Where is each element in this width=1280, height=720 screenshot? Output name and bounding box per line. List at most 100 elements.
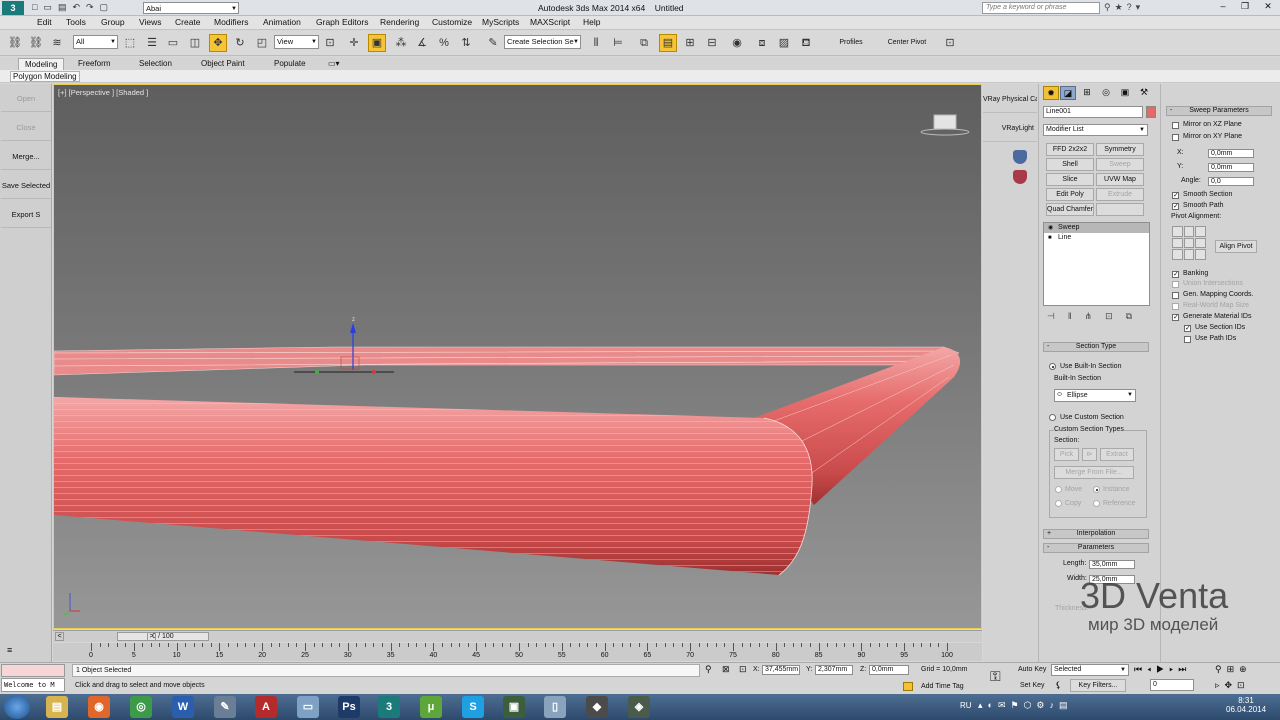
z-coord-field[interactable]: 0,0mm	[869, 665, 909, 675]
edit-named-sets-icon[interactable]: ✎	[484, 34, 502, 52]
use-section-ids-checkbox[interactable]: ✓	[1184, 325, 1191, 332]
select-object-icon[interactable]: ⬚	[121, 34, 139, 52]
shell-button[interactable]: Shell	[1046, 158, 1094, 171]
copy-radio[interactable]	[1055, 500, 1062, 507]
maxscript-listener[interactable]	[1, 664, 65, 677]
menu-group[interactable]: Group	[101, 17, 125, 27]
length-spinner[interactable]: 35,0mm	[1089, 560, 1135, 569]
reference-coord-dropdown[interactable]: View ▼	[274, 35, 319, 49]
ffd-button[interactable]: FFD 2x2x2	[1046, 143, 1094, 156]
vray-shield-icon[interactable]	[1013, 150, 1027, 164]
acrobat-icon[interactable]: A	[255, 696, 277, 718]
close-button[interactable]: ✕	[1257, 1, 1279, 14]
close-button-left[interactable]: Close	[1, 115, 51, 141]
extra-tool-icon[interactable]: ⊡	[941, 34, 959, 52]
vrraylight-button[interactable]: VRayLight	[983, 115, 1037, 142]
search-input[interactable]: Type a keyword or phrase	[982, 2, 1100, 14]
slice-button[interactable]: Slice	[1046, 173, 1094, 186]
create-tab-icon[interactable]: ✹	[1043, 86, 1059, 100]
app-icon-2[interactable]: ◈	[628, 696, 650, 718]
frame-field[interactable]: 0	[1150, 679, 1194, 691]
union-checkbox[interactable]	[1172, 281, 1179, 288]
menu-views[interactable]: Views	[139, 17, 162, 27]
tab-modeling[interactable]: Modeling	[18, 58, 65, 70]
document-icon[interactable]: ▯	[544, 696, 566, 718]
modifier-list-dropdown[interactable]: Modifier List ▼	[1043, 124, 1148, 136]
align-icon[interactable]: ⊨	[609, 34, 627, 52]
object-name-field[interactable]: Line001	[1043, 106, 1143, 118]
extract-button[interactable]: Extract	[1100, 448, 1134, 461]
merge-button[interactable]: Merge...	[1, 144, 51, 170]
menu-customize[interactable]: Customize	[432, 17, 472, 27]
render-setup-icon[interactable]: ⧈	[753, 34, 771, 52]
workspace-selector[interactable]: Abai ▼	[143, 2, 239, 14]
angle-spinner[interactable]: 0,0	[1208, 177, 1254, 186]
named-selection-sets-dropdown[interactable]: Create Selection Se ▼	[504, 35, 581, 49]
smooth-section-checkbox[interactable]: ✓	[1172, 192, 1179, 199]
next-frame-button[interactable]: >	[147, 632, 156, 641]
time-slider[interactable]: 0 / 100	[117, 632, 209, 641]
nav-controls-2[interactable]: ▹✥⊡	[1215, 680, 1250, 691]
select-manipulate-icon[interactable]: ✛	[345, 34, 363, 52]
tab-selection[interactable]: Selection	[133, 58, 178, 70]
key-mode-icon[interactable]: ⚿	[990, 668, 1001, 685]
stack-item-sweep[interactable]: ◉ Sweep	[1044, 223, 1149, 233]
rect-selection-icon[interactable]: ▭	[164, 34, 182, 52]
extrude-button[interactable]: Extrude	[1096, 188, 1144, 201]
firefox-icon[interactable]: ◉	[88, 696, 110, 718]
interpolation-header[interactable]: + Interpolation	[1043, 529, 1149, 539]
gen-mapping-checkbox[interactable]	[1172, 292, 1179, 299]
smooth-path-checkbox[interactable]: ✓	[1172, 203, 1179, 210]
menu-graph-editors[interactable]: Graph Editors	[316, 17, 368, 27]
sweep-button[interactable]: Sweep	[1096, 158, 1144, 171]
notepad-icon[interactable]: ▭	[297, 696, 319, 718]
skype-icon[interactable]: S	[462, 696, 484, 718]
real-world-checkbox[interactable]	[1172, 303, 1179, 310]
y-coord-field[interactable]: 2,307mm	[815, 665, 853, 675]
motion-tab-icon[interactable]: ◎	[1098, 86, 1114, 100]
instance-radio[interactable]	[1093, 486, 1100, 493]
empty-modifier-button[interactable]	[1096, 203, 1144, 216]
selected-key-dropdown[interactable]: Selected ▼	[1051, 664, 1129, 676]
undo-link-icon[interactable]: ⛓	[6, 34, 24, 52]
restore-button[interactable]: ❐	[1235, 1, 1255, 14]
display-tab-icon[interactable]: ▣	[1117, 86, 1133, 100]
key-filters-button[interactable]: Key Filters...	[1070, 679, 1126, 692]
center-pivot-button[interactable]: Center Pivot	[881, 37, 933, 50]
monitor-icon[interactable]: ▣	[503, 696, 525, 718]
profiles-button[interactable]: Profiles	[830, 37, 872, 50]
menu-tools[interactable]: Tools	[66, 17, 86, 27]
curve-editor-icon[interactable]: ⊞	[681, 34, 699, 52]
quad-chamfer-button[interactable]: Quad Chamfer	[1046, 203, 1094, 216]
x-offset-spinner[interactable]: 0,0mm	[1208, 149, 1254, 158]
3dsmax-icon[interactable]: 3	[378, 696, 400, 718]
rendered-frame-icon[interactable]: ▨	[775, 34, 793, 52]
isolate-icon[interactable]: ⊠	[722, 664, 730, 675]
auto-key-button[interactable]: Auto Key	[1018, 666, 1046, 673]
ribbon-options-icon[interactable]: ▭▾	[322, 58, 346, 70]
clock[interactable]: 8:31 06.04.2014	[1226, 696, 1266, 714]
render-production-icon[interactable]: ⛾	[797, 34, 815, 52]
mirror-icon[interactable]: ⫴	[587, 34, 605, 52]
photoshop-icon[interactable]: Ps	[338, 696, 360, 718]
add-time-tag[interactable]: Add Time Tag	[921, 683, 964, 690]
menu-rendering[interactable]: Rendering	[380, 17, 419, 27]
vray-physical-camera-button[interactable]: VRay Physical Car	[983, 86, 1037, 113]
maxscript-mini-listener[interactable]: Welcome to M	[1, 678, 65, 692]
pick-shape-icon[interactable]: ⊳	[1082, 448, 1097, 461]
tab-freeform[interactable]: Freeform	[72, 58, 116, 70]
playback-controls[interactable]: ⏮◂▶▸⏭	[1134, 664, 1191, 675]
tools-icon[interactable]: ✎	[214, 696, 236, 718]
absolute-mode-icon[interactable]: ⊡	[739, 664, 747, 675]
use-builtin-radio[interactable]	[1049, 363, 1056, 370]
banking-checkbox[interactable]: ✓	[1172, 271, 1179, 278]
help-icons[interactable]: ⚲★?▾	[1104, 2, 1144, 13]
select-scale-icon[interactable]: ◰	[253, 34, 271, 52]
prev-frame-button[interactable]: <	[55, 632, 64, 641]
save-selected-button[interactable]: Save Selected	[1, 173, 51, 199]
time-tag-icon[interactable]	[903, 682, 913, 691]
tab-object-paint[interactable]: Object Paint	[195, 58, 251, 70]
select-by-name-icon[interactable]: ☰	[143, 34, 161, 52]
polygon-modeling-label[interactable]: Polygon Modeling	[10, 71, 80, 82]
selection-filter-dropdown[interactable]: All ▼	[73, 35, 118, 49]
